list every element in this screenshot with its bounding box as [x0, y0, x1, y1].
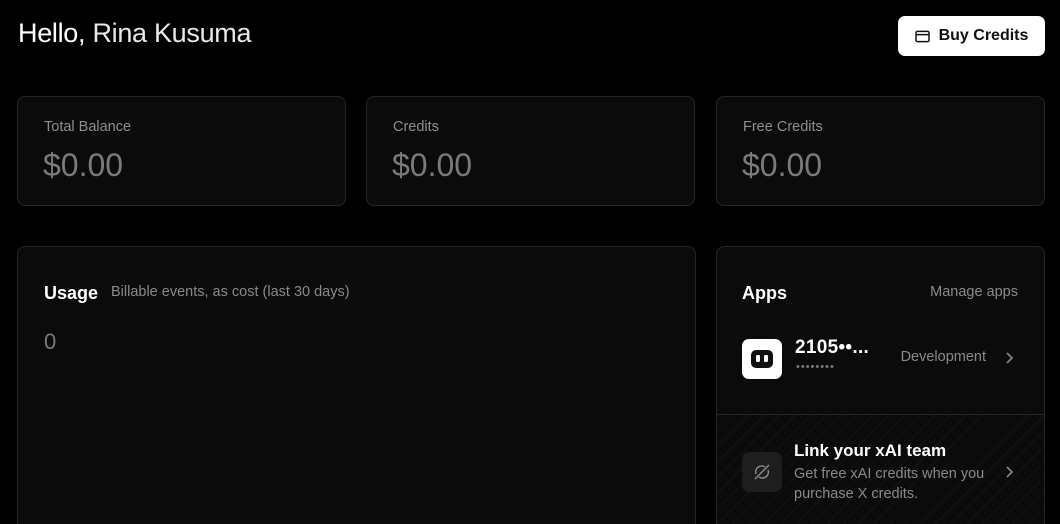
greeting-hello: Hello, [18, 18, 86, 48]
stat-value: $0.00 [43, 147, 124, 183]
stat-card-credits: Credits $0.00 [366, 96, 695, 206]
link-team-title: Link your xAI team [794, 441, 947, 460]
page-greeting: Hello, Rina Kusuma [18, 18, 252, 49]
app-secret: •••••••• [796, 361, 835, 373]
stat-card-total-balance: Total Balance $0.00 [17, 96, 346, 206]
chevron-right-icon [1006, 352, 1014, 364]
usage-subtitle: Billable events, as cost (last 30 days) [111, 284, 350, 300]
usage-value: 0 [44, 329, 57, 354]
app-environment: Development [900, 349, 986, 365]
app-logo-icon [742, 339, 782, 379]
usage-card: Usage Billable events, as cost (last 30 … [17, 246, 696, 524]
usage-title: Usage [44, 283, 99, 303]
app-list-item[interactable]: 2105••... •••••••• Development [717, 327, 1044, 413]
app-name: 2105••... [795, 337, 870, 358]
chevron-right-icon [1006, 466, 1014, 478]
stat-label: Credits [393, 119, 439, 135]
apps-title: Apps [742, 283, 787, 303]
stat-label: Total Balance [44, 119, 132, 135]
stat-value: $0.00 [742, 147, 823, 183]
link-xai-team-item[interactable]: Link your xAI team Get free xAI credits … [717, 415, 1044, 524]
buy-credits-button[interactable]: Buy Credits [898, 16, 1045, 56]
manage-apps-link[interactable]: Manage apps [930, 284, 1018, 300]
stat-value: $0.00 [392, 147, 473, 183]
link-team-description: Get free xAI credits when you purchase X… [794, 466, 985, 502]
link-broken-icon [742, 452, 782, 492]
apps-card: Apps Manage apps 2105••... •••••••• Deve… [716, 246, 1045, 524]
buy-credits-label: Buy Credits [938, 27, 1029, 44]
user-name: Rina Kusuma [92, 18, 252, 48]
stat-label: Free Credits [743, 119, 823, 135]
credit-card-icon [914, 30, 930, 42]
stat-card-free-credits: Free Credits $0.00 [716, 96, 1045, 206]
